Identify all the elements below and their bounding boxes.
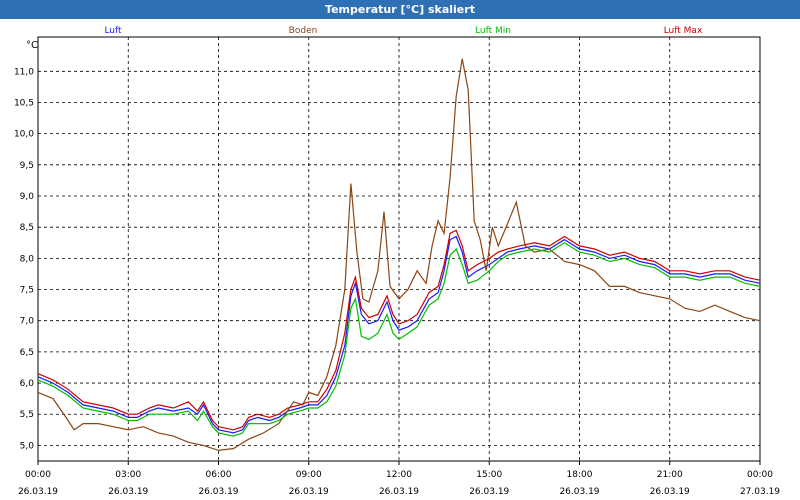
x-tick-time: 03:00 xyxy=(115,470,141,480)
x-tick-date: 27.03.19 xyxy=(740,487,780,497)
line-chart: Luft Boden Luft Min Luft Max 5,0 5,5 6,0 6,5 7,… xyxy=(0,19,800,500)
legend-item-luft: Luft xyxy=(104,26,122,36)
y-tick-label: 5,0 xyxy=(20,441,35,451)
chart-window: Temperatur [°C] skaliert Luft Boden Luft M… xyxy=(0,0,800,500)
x-tick-time: 09:00 xyxy=(296,470,322,480)
x-tick-time: 00:00 xyxy=(747,470,773,480)
x-tick-time: 15:00 xyxy=(476,470,502,480)
x-tick-time: 00:00 xyxy=(25,470,51,480)
legend-item-luft-max: Luft Max xyxy=(664,26,703,36)
y-tick-label: 7,5 xyxy=(20,286,34,296)
x-tick-date: 26.03.19 xyxy=(289,487,329,497)
legend-item-boden: Boden xyxy=(289,26,318,36)
x-tick-date: 26.03.19 xyxy=(559,487,599,497)
y-tick-label: 5,5 xyxy=(20,410,34,420)
y-tick-label: 8,5 xyxy=(20,223,34,233)
chart-title: Temperatur [°C] skaliert xyxy=(0,0,800,19)
y-tick-label: 10,0 xyxy=(14,130,34,140)
y-tick-label: 11,0 xyxy=(14,67,34,77)
x-tick-time: 06:00 xyxy=(206,470,232,480)
y-tick-label: 7,0 xyxy=(20,317,35,327)
x-tick-time: 21:00 xyxy=(657,470,683,480)
y-tick-label: 6,5 xyxy=(20,348,34,358)
x-tick-time: 18:00 xyxy=(567,470,593,480)
x-tick-date: 26.03.19 xyxy=(18,487,58,497)
x-tick-date: 26.03.19 xyxy=(650,487,690,497)
y-tick-label: 10,5 xyxy=(14,98,34,108)
x-tick-date: 26.03.19 xyxy=(379,487,419,497)
y-axis-unit: °C xyxy=(26,40,38,51)
x-tick-date: 26.03.19 xyxy=(108,487,148,497)
y-tick-label: 6,0 xyxy=(20,379,35,389)
legend-item-luft-min: Luft Min xyxy=(475,26,511,36)
y-tick-label: 9,5 xyxy=(20,161,34,171)
y-tick-label: 9,0 xyxy=(20,192,35,202)
x-tick-date: 26.03.19 xyxy=(198,487,238,497)
x-tick-time: 12:00 xyxy=(386,470,412,480)
y-tick-label: 8,0 xyxy=(20,254,35,264)
x-tick-date: 26.03.19 xyxy=(469,487,509,497)
